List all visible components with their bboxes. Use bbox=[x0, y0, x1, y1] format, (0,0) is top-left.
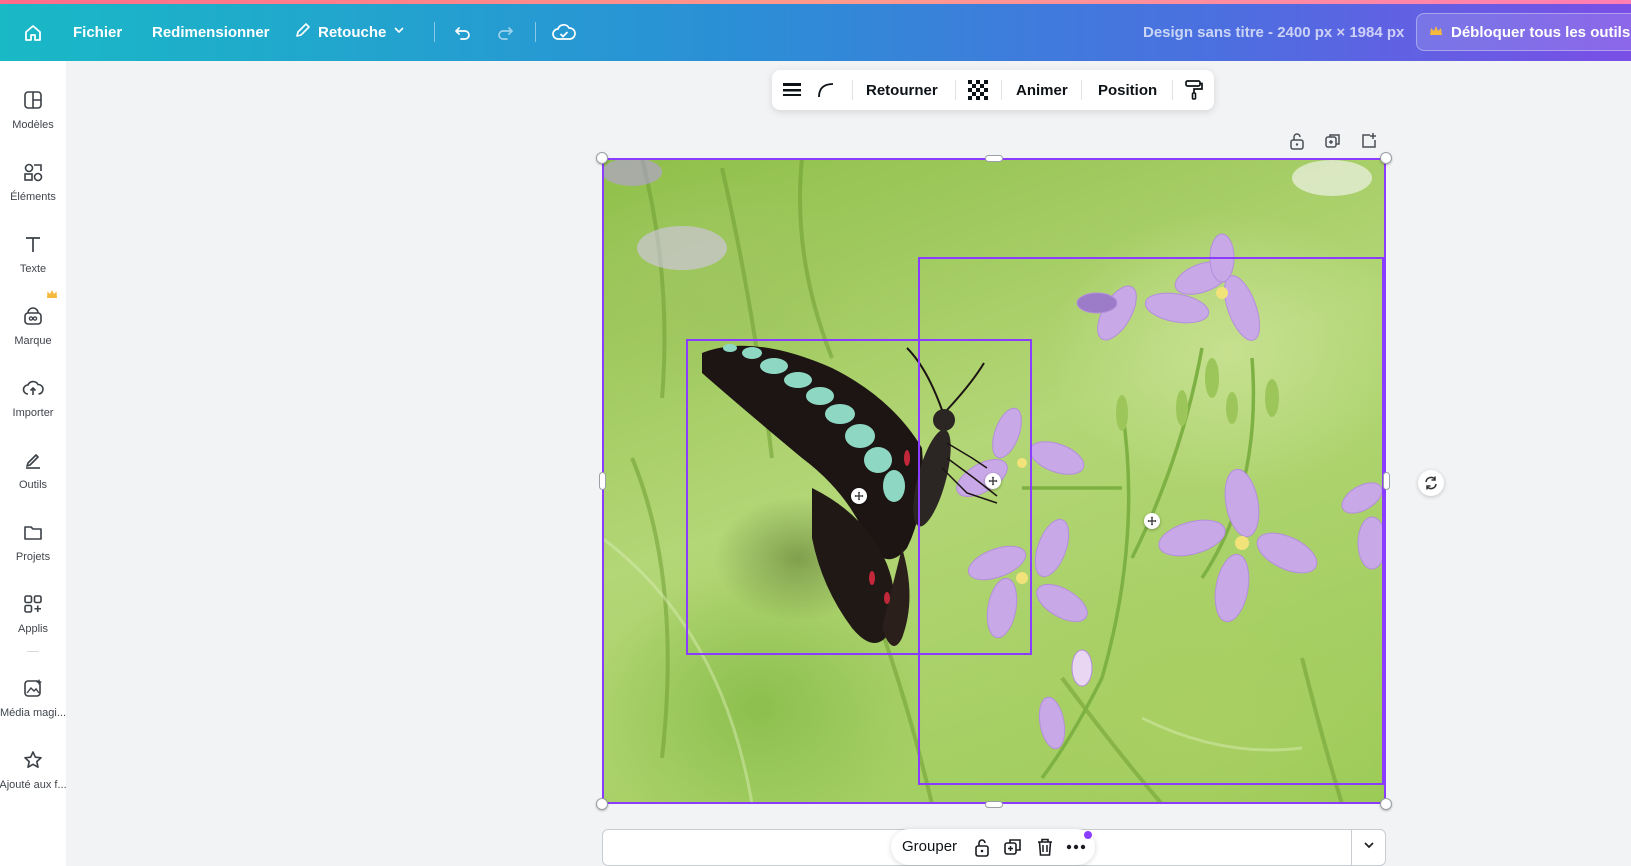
context-toolbar: Retourner Animer Position bbox=[772, 70, 1214, 110]
folder-icon bbox=[20, 519, 46, 545]
notification-dot bbox=[1084, 831, 1092, 839]
apps-icon bbox=[20, 591, 46, 617]
lock-icon[interactable] bbox=[1286, 130, 1308, 152]
chevron-down-icon bbox=[392, 23, 406, 41]
animate-button[interactable]: Animer bbox=[1016, 78, 1068, 102]
resize-handle-bottom[interactable] bbox=[985, 801, 1003, 808]
sidebar-item-tools[interactable]: Outils bbox=[0, 439, 66, 499]
sidebar-item-label: Projets bbox=[15, 551, 51, 563]
sidebar-item-label: Outils bbox=[18, 479, 48, 491]
transparency-icon[interactable] bbox=[968, 78, 988, 102]
move-handle-group[interactable] bbox=[985, 473, 1001, 489]
sidebar-item-label: Applis bbox=[18, 623, 48, 635]
add-page-icon[interactable] bbox=[1358, 130, 1380, 152]
resize-handle-top-right[interactable] bbox=[1380, 152, 1392, 164]
resize-handle-right[interactable] bbox=[1383, 472, 1390, 490]
sidebar-item-projects[interactable]: Projets bbox=[0, 511, 66, 571]
trash-icon[interactable] bbox=[1034, 836, 1056, 858]
duplicate-icon[interactable] bbox=[1002, 836, 1024, 858]
move-handle-flowers[interactable] bbox=[1144, 513, 1160, 529]
sidebar-item-label: Modèles bbox=[12, 119, 54, 131]
rotate-icon[interactable] bbox=[1418, 470, 1444, 496]
cloud-saved-icon[interactable] bbox=[551, 20, 577, 46]
sidebar-item-text[interactable]: Texte bbox=[0, 223, 66, 283]
resize-button[interactable]: Redimensionner bbox=[152, 18, 270, 46]
group-toolbar: Grouper bbox=[891, 829, 1095, 865]
magic-media-icon bbox=[20, 675, 46, 701]
edit-mode-dropdown[interactable]: Retouche bbox=[294, 18, 406, 46]
sidebar-item-templates[interactable]: Modèles bbox=[0, 79, 66, 139]
position-label: Position bbox=[1098, 81, 1158, 99]
upload-icon bbox=[20, 375, 46, 401]
unlock-tools-button[interactable]: Débloquer tous les outils bbox=[1416, 13, 1631, 51]
file-menu-label: Fichier bbox=[73, 23, 123, 41]
toolbar-divider bbox=[1001, 80, 1002, 100]
more-options-icon[interactable] bbox=[1065, 836, 1087, 858]
header-divider bbox=[535, 22, 536, 42]
sidebar-item-label: Média magi... bbox=[0, 707, 67, 719]
resize-label: Redimensionner bbox=[152, 23, 270, 41]
text-icon bbox=[20, 231, 46, 257]
resize-handle-top[interactable] bbox=[985, 155, 1003, 162]
toolbar-divider bbox=[955, 80, 956, 100]
sidebar-item-apps[interactable]: Applis bbox=[0, 583, 66, 643]
sidebar-item-magic-media[interactable]: Média magi... bbox=[0, 667, 66, 727]
flip-button[interactable]: Retourner bbox=[866, 78, 938, 102]
brand-icon bbox=[20, 303, 46, 329]
animate-label: Animer bbox=[1016, 81, 1068, 99]
expand-pages-button[interactable] bbox=[1351, 829, 1386, 866]
resize-handle-top-left[interactable] bbox=[596, 152, 608, 164]
sidebar-item-label: Importer bbox=[12, 407, 54, 419]
sidebar-item-label: Éléments bbox=[10, 191, 56, 203]
move-handle-butterfly[interactable] bbox=[851, 488, 867, 504]
templates-icon bbox=[20, 87, 46, 113]
toolbar-divider bbox=[852, 80, 853, 100]
elements-icon bbox=[20, 159, 46, 185]
duplicate-icon[interactable] bbox=[1322, 130, 1344, 152]
toolbar-divider bbox=[1172, 80, 1173, 100]
star-icon bbox=[20, 747, 46, 773]
resize-handle-bottom-left[interactable] bbox=[596, 798, 608, 810]
header-divider bbox=[434, 22, 435, 42]
pencil-icon bbox=[294, 21, 312, 43]
tools-icon bbox=[20, 447, 46, 473]
undo-icon[interactable] bbox=[450, 20, 476, 46]
sidebar-item-label: Ajouté aux f... bbox=[0, 779, 67, 791]
paint-roller-icon[interactable] bbox=[1184, 78, 1204, 102]
crown-icon bbox=[1429, 24, 1443, 41]
corner-rounding-icon[interactable] bbox=[816, 78, 836, 102]
sidebar-item-upload[interactable]: Importer bbox=[0, 367, 66, 427]
redo-icon[interactable] bbox=[492, 20, 518, 46]
unlock-tools-label: Débloquer tous les outils bbox=[1451, 23, 1631, 41]
top-accent-stripe bbox=[0, 0, 1631, 4]
resize-handle-bottom-right[interactable] bbox=[1380, 798, 1392, 810]
group-button[interactable]: Grouper bbox=[902, 838, 957, 855]
lock-icon[interactable] bbox=[971, 836, 993, 858]
sidebar-item-label: Marque bbox=[14, 335, 52, 347]
resize-handle-left[interactable] bbox=[599, 472, 606, 490]
position-button[interactable]: Position bbox=[1098, 78, 1157, 102]
sidebar-item-starred[interactable]: Ajouté aux f... bbox=[0, 739, 67, 799]
edit-mode-label: Retouche bbox=[318, 23, 387, 41]
file-menu-button[interactable]: Fichier bbox=[73, 18, 122, 46]
home-icon[interactable] bbox=[20, 20, 46, 46]
line-weight-icon[interactable] bbox=[782, 78, 802, 102]
sidebar-item-label: Texte bbox=[19, 263, 47, 275]
top-bar: Fichier Redimensionner Retouche Design s… bbox=[0, 0, 1631, 61]
sidebar-divider bbox=[27, 651, 39, 652]
sidebar-item-brand[interactable]: Marque bbox=[0, 295, 66, 355]
crown-icon bbox=[46, 286, 58, 298]
toolbar-divider bbox=[1081, 80, 1082, 100]
left-sidebar: Modèles Éléments Texte Marque Importer O… bbox=[0, 61, 67, 866]
sidebar-item-elements[interactable]: Éléments bbox=[0, 151, 66, 211]
flip-label: Retourner bbox=[866, 81, 938, 99]
chevron-down-icon bbox=[1362, 838, 1376, 857]
design-title[interactable]: Design sans titre - 2400 px × 1984 px bbox=[1143, 24, 1404, 41]
